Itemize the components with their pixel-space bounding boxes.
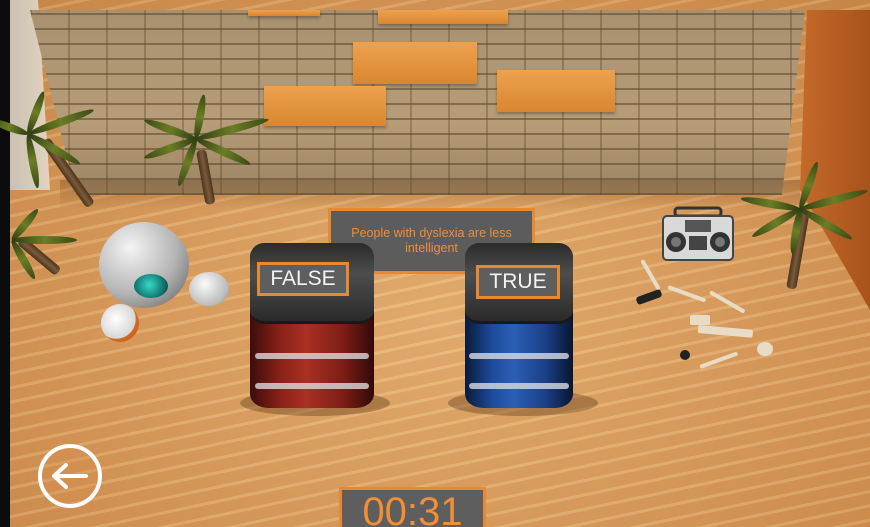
countdown-timer: 00:31 [339,487,486,527]
robot-arm [189,272,229,306]
back-button[interactable] [38,444,102,508]
answer-false-label: FALSE [270,267,336,290]
answer-true-button[interactable]: TRUE [476,265,560,299]
wall-panel [248,10,320,16]
wall-panel [353,42,477,84]
wall-panel [497,70,615,112]
robot-hand [101,304,139,342]
boombox-prop [662,206,734,261]
arrow-left-icon [52,463,88,489]
game-scene: People with dyslexia are less intelligen… [0,0,870,527]
answer-true-label: TRUE [489,270,547,293]
brick-wall [30,10,805,195]
robot-eye [134,274,168,298]
timer-value: 00:31 [362,490,463,527]
answer-false-button[interactable]: FALSE [257,262,349,296]
wall-panel [264,86,386,126]
left-edge [0,0,10,527]
wall-panel [378,10,508,24]
